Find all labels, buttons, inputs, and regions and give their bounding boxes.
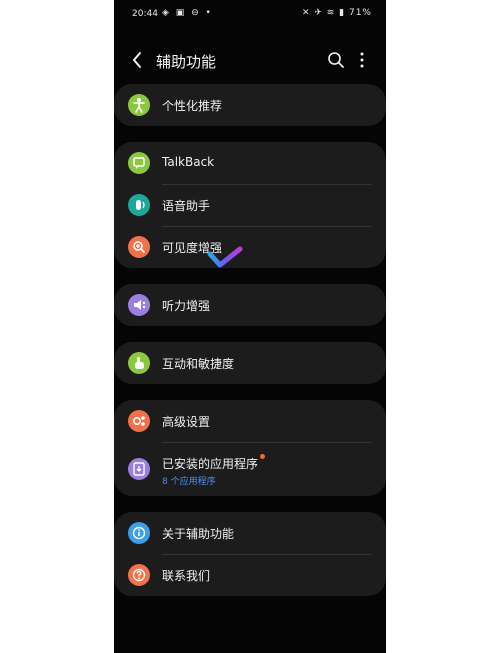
notification-icons: ◈ ▣ ⊖ • xyxy=(162,8,213,18)
info-icon xyxy=(128,522,150,544)
accessibility-person-icon xyxy=(128,94,150,116)
group-hearing: 听力增强 xyxy=(114,284,386,326)
magnifier-icon xyxy=(128,236,150,258)
more-options-icon[interactable] xyxy=(354,50,370,70)
item-talkback[interactable]: TalkBack xyxy=(114,142,386,184)
group-interaction: 互动和敏捷度 xyxy=(114,342,386,384)
battery-percent: 71% xyxy=(348,8,372,18)
item-advanced[interactable]: 高级设置 xyxy=(114,400,386,442)
item-about[interactable]: 关于辅助功能 xyxy=(114,512,386,554)
status-right: ✕ ✈ ≋ ▮ 71% xyxy=(302,8,372,18)
back-icon[interactable] xyxy=(128,50,148,70)
hand-touch-icon xyxy=(128,352,150,374)
item-label: TalkBack xyxy=(162,155,215,169)
group-personalize: 个性化推荐 xyxy=(114,84,386,126)
item-interaction[interactable]: 互动和敏捷度 xyxy=(114,342,386,384)
phone-screen: 20:44 ◈ ▣ ⊖ • ✕ ✈ ≋ ▮ 71% 辅助功能 个性化推荐 Tal… xyxy=(114,0,386,653)
item-voice-assist[interactable]: 语音助手 xyxy=(114,184,386,226)
page-title: 辅助功能 xyxy=(156,53,217,71)
item-hearing[interactable]: 听力增强 xyxy=(114,284,386,326)
group-advanced: 高级设置 已安装的应用程序 8 个应用程序 xyxy=(114,400,386,496)
status-bar: 20:44 ◈ ▣ ⊖ • ✕ ✈ ≋ ▮ 71% xyxy=(114,0,386,28)
search-icon[interactable] xyxy=(326,50,346,70)
item-label: 联系我们 xyxy=(162,569,211,583)
item-subtitle: 8 个应用程序 xyxy=(162,477,216,487)
group-vision: TalkBack 语音助手 可见度增强 xyxy=(114,142,386,268)
group-about: 关于辅助功能 联系我们 xyxy=(114,512,386,596)
item-label: 个性化推荐 xyxy=(162,99,223,113)
gears-icon xyxy=(128,410,150,432)
item-visibility[interactable]: 可见度增强 xyxy=(114,226,386,268)
speaker-icon xyxy=(128,294,150,316)
item-label: 关于辅助功能 xyxy=(162,527,235,541)
voice-waves-icon xyxy=(128,194,150,216)
new-badge-dot xyxy=(260,454,265,459)
item-label: 听力增强 xyxy=(162,299,211,313)
app-download-icon xyxy=(128,458,150,480)
chat-bubble-icon xyxy=(128,152,150,174)
item-personalize[interactable]: 个性化推荐 xyxy=(114,84,386,126)
status-time: 20:44 xyxy=(132,9,158,19)
item-label: 语音助手 xyxy=(162,199,211,213)
item-label: 已安装的应用程序 xyxy=(162,457,259,471)
system-icons: ✕ ✈ ≋ ▮ xyxy=(301,8,346,18)
checkmark-icon xyxy=(207,246,243,268)
question-icon xyxy=(128,564,150,586)
app-header: 辅助功能 xyxy=(114,42,386,78)
item-label: 高级设置 xyxy=(162,415,211,429)
item-contact[interactable]: 联系我们 xyxy=(114,554,386,596)
item-label: 互动和敏捷度 xyxy=(162,357,235,371)
item-installed-apps[interactable]: 已安装的应用程序 8 个应用程序 xyxy=(114,442,386,496)
